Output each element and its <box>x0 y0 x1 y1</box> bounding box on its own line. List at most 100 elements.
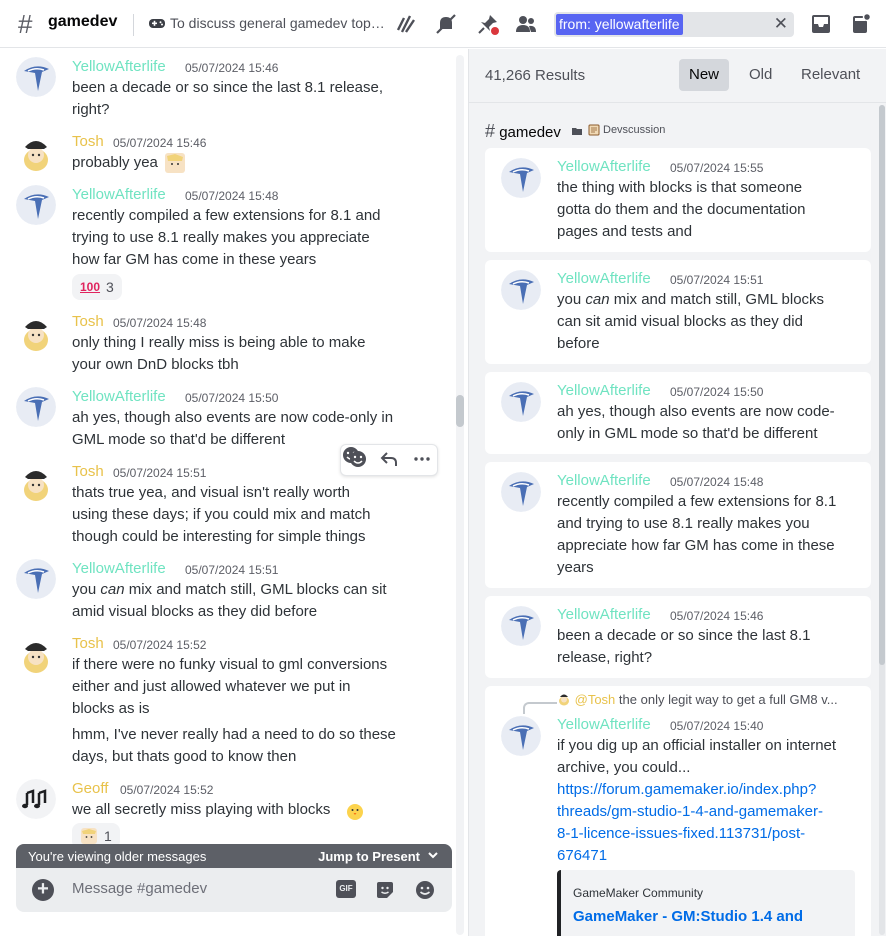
search-result-card[interactable]: YellowAfterlife 05/07/2024 15:50 ah yes,… <box>485 372 871 454</box>
message-text: archive, you could... <box>557 759 691 776</box>
message-text: years <box>557 559 594 576</box>
message-composer[interactable]: + Message #gamedev GIF <box>16 868 452 912</box>
avatar[interactable] <box>16 779 56 819</box>
message-author[interactable]: YellowAfterlife <box>72 560 166 577</box>
avatar[interactable] <box>501 158 541 198</box>
search-filter-token[interactable]: from: yellowafterlife <box>556 14 683 35</box>
search-result-card[interactable]: YellowAfterlife 05/07/2024 15:48 recentl… <box>485 462 871 588</box>
sort-old-tab[interactable]: Old <box>739 59 782 91</box>
message-timestamp: 05/07/2024 15:46 <box>185 61 279 75</box>
notifications-muted-icon[interactable] <box>434 12 458 36</box>
older-messages-bar[interactable]: You're viewing older messages Jump to Pr… <box>16 844 452 870</box>
message-text: your own DnD blocks tbh <box>72 356 239 373</box>
embed-title[interactable]: GameMaker - GM:Studio 1.4 and <box>573 908 803 925</box>
message-timestamp: 05/07/2024 15:46 <box>670 609 764 623</box>
more-options-icon[interactable] <box>412 449 432 469</box>
clear-search-icon[interactable]: ✕ <box>774 15 788 33</box>
results-scrollbar-thumb[interactable] <box>879 105 885 665</box>
avatar[interactable] <box>16 57 56 97</box>
message-author[interactable]: Tosh <box>72 133 104 150</box>
message-link[interactable]: https://forum.gamemaker.io/index.php? <box>557 781 816 798</box>
message-author[interactable]: Tosh <box>72 463 104 480</box>
avatar[interactable] <box>501 606 541 646</box>
reaction-hundred[interactable]: 100 3 <box>72 274 122 300</box>
search-result-card[interactable]: @Tosh the only legit way to get a full G… <box>485 686 871 936</box>
help-icon[interactable] <box>848 12 872 36</box>
message-author[interactable]: YellowAfterlife <box>557 270 651 287</box>
avatar[interactable] <box>501 716 541 756</box>
message-author[interactable]: YellowAfterlife <box>72 186 166 203</box>
avatar[interactable] <box>16 313 56 353</box>
message-author[interactable]: Tosh <box>72 635 104 652</box>
avatar[interactable] <box>501 382 541 422</box>
avatar[interactable] <box>16 185 56 225</box>
emoji-picker-icon[interactable] <box>414 879 436 901</box>
scroll-icon <box>588 124 600 136</box>
threads-icon[interactable] <box>394 12 418 36</box>
message-text: GML mode so that'd be different <box>72 431 285 448</box>
avatar[interactable] <box>16 635 56 675</box>
message-input-placeholder[interactable]: Message #gamedev <box>72 880 207 897</box>
message-text: ah yes, though also events are now code-… <box>72 409 394 426</box>
jump-to-present-button[interactable]: Jump to Present <box>318 849 420 864</box>
inbox-icon[interactable] <box>809 12 833 36</box>
chat-scrollbar-thumb[interactable] <box>456 395 464 427</box>
message-text: trying to use 8.1 really makes you appre… <box>72 229 370 246</box>
message-text: right? <box>72 101 110 118</box>
message-author[interactable]: YellowAfterlife <box>557 382 651 399</box>
add-attachment-button[interactable]: + <box>32 879 54 901</box>
reply-mention[interactable]: @Tosh <box>575 692 616 707</box>
message-link[interactable]: threads/gm-studio-1-4-and-gamemaker- <box>557 803 823 820</box>
message-link[interactable]: 676471 <box>557 847 607 864</box>
result-channel-name[interactable]: gamedev <box>499 124 561 141</box>
chat-scrollbar[interactable] <box>456 55 464 935</box>
member-list-icon[interactable] <box>514 12 538 36</box>
chevron-down-icon[interactable] <box>426 848 440 862</box>
avatar[interactable] <box>16 559 56 599</box>
message-author[interactable]: Geoff <box>72 780 108 797</box>
message-timestamp: 05/07/2024 15:50 <box>185 391 279 405</box>
result-channel-heading[interactable]: # gamedev <box>485 121 561 142</box>
avatar[interactable] <box>16 387 56 427</box>
message-author[interactable]: YellowAfterlife <box>557 716 651 733</box>
avatar[interactable] <box>16 133 56 173</box>
channel-topic[interactable]: To discuss general gamedev topics... <box>170 15 386 31</box>
reaction-count: 3 <box>106 279 114 295</box>
sticker-icon[interactable] <box>374 879 396 901</box>
message-list: YellowAfterlife 05/07/2024 15:46 been a … <box>0 49 468 936</box>
message-author[interactable]: Tosh <box>72 313 104 330</box>
message-text: days, but thats good to know then <box>72 748 297 765</box>
pinned-messages-icon[interactable] <box>476 12 500 36</box>
reply-preview-text: the only legit way to get a full GM8 v..… <box>618 692 838 707</box>
message-text: the thing with blocks is that someone <box>557 179 803 196</box>
message-author[interactable]: YellowAfterlife <box>557 158 651 175</box>
search-result-card[interactable]: YellowAfterlife 05/07/2024 15:55 the thi… <box>485 148 871 252</box>
folder-icon <box>572 128 582 135</box>
message-author[interactable]: YellowAfterlife <box>72 388 166 405</box>
results-count: 41,266 Results <box>485 67 586 84</box>
sort-relevant-tab[interactable]: Relevant <box>791 59 870 91</box>
avatar[interactable] <box>501 270 541 310</box>
reply-reference[interactable]: @Tosh the only legit way to get a full G… <box>557 692 838 707</box>
add-reaction-icon[interactable] <box>348 449 368 469</box>
search-result-card[interactable]: YellowAfterlife 05/07/2024 15:46 been a … <box>485 596 871 678</box>
message-author[interactable]: YellowAfterlife <box>72 58 166 75</box>
avatar[interactable] <box>501 472 541 512</box>
message-timestamp: 05/07/2024 15:51 <box>113 466 207 480</box>
avatar[interactable] <box>16 463 56 503</box>
message-timestamp: 05/07/2024 15:51 <box>670 273 764 287</box>
gif-button[interactable]: GIF <box>336 880 356 898</box>
message-link[interactable]: 8-1-licence-issues-fixed.113731/post- <box>557 825 805 842</box>
embed-provider[interactable]: GameMaker Community <box>573 886 703 900</box>
channel-hash-icon: # <box>18 9 33 39</box>
message-text: gotta do them and the documentation <box>557 201 806 218</box>
reply-icon[interactable] <box>379 449 399 469</box>
message-author[interactable]: YellowAfterlife <box>557 472 651 489</box>
search-input[interactable]: from: yellowafterlife ✕ <box>554 12 794 37</box>
reply-connector <box>523 702 557 714</box>
sort-new-tab[interactable]: New <box>679 59 730 91</box>
message-author[interactable]: YellowAfterlife <box>557 606 651 623</box>
message-timestamp: 05/07/2024 15:48 <box>113 316 207 330</box>
results-scrollbar[interactable] <box>879 105 885 935</box>
search-result-card[interactable]: YellowAfterlife 05/07/2024 15:51 you can… <box>485 260 871 364</box>
